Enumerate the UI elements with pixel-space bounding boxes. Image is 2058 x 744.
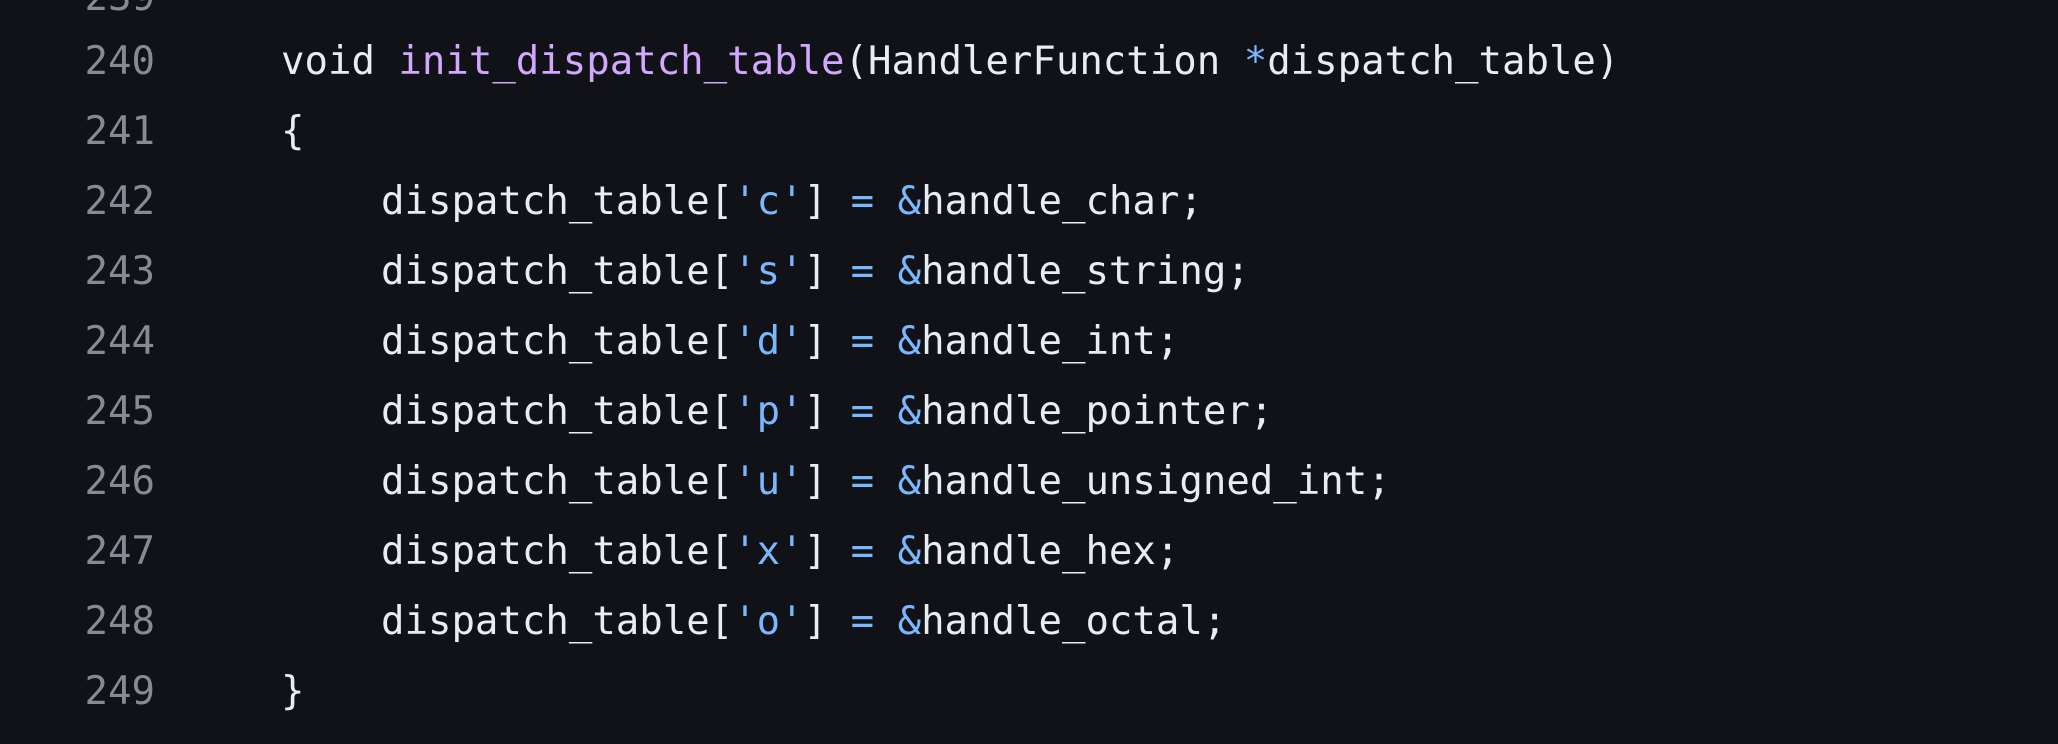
char-literal: 'd' bbox=[733, 318, 804, 364]
code-token: dispatch_table[ bbox=[381, 178, 734, 224]
code-token: ] bbox=[803, 528, 851, 574]
code-token: (HandlerFunction bbox=[844, 38, 1244, 84]
brace-open: { bbox=[281, 108, 305, 154]
char-literal: 'u' bbox=[733, 458, 804, 504]
code-text[interactable]: } bbox=[155, 669, 304, 714]
function-name: init_dispatch_table bbox=[398, 38, 845, 84]
code-text[interactable]: dispatch_table['p'] = &handle_pointer; bbox=[155, 389, 1273, 434]
code-token: handle_char; bbox=[921, 178, 1203, 224]
code-token: dispatch_table[ bbox=[381, 388, 734, 434]
operator: = bbox=[850, 528, 875, 574]
line-number: 242 bbox=[84, 178, 155, 224]
code-line: 241 { bbox=[0, 96, 2058, 166]
code-token: handle_unsigned_int; bbox=[921, 458, 1391, 504]
operator: & bbox=[897, 248, 922, 294]
line-number: 243 bbox=[84, 248, 155, 294]
operator: = bbox=[850, 388, 875, 434]
line-number: 248 bbox=[84, 598, 155, 644]
code-token: dispatch_table[ bbox=[381, 248, 734, 294]
char-literal: 'x' bbox=[733, 528, 804, 574]
line-number: 245 bbox=[84, 388, 155, 434]
code-token: handle_pointer; bbox=[921, 388, 1274, 434]
code-token: ] bbox=[803, 318, 851, 364]
code-text[interactable]: dispatch_table['x'] = &handle_hex; bbox=[155, 529, 1179, 574]
operator: & bbox=[897, 178, 922, 224]
code-token: handle_octal; bbox=[921, 598, 1227, 644]
code-line: 242 dispatch_table['c'] = &handle_char; bbox=[0, 166, 2058, 236]
brace-close: } bbox=[281, 668, 305, 714]
line-number: 244 bbox=[84, 318, 155, 364]
line-number: 247 bbox=[84, 528, 155, 574]
line-number: 239 bbox=[0, 0, 155, 20]
code-token: ] bbox=[803, 458, 851, 504]
operator: * bbox=[1243, 38, 1268, 84]
keyword: void bbox=[281, 38, 375, 84]
operator: = bbox=[850, 178, 875, 224]
operator: & bbox=[897, 458, 922, 504]
code-text[interactable]: dispatch_table['d'] = &handle_int; bbox=[155, 319, 1179, 364]
code-line: 243 dispatch_table['s'] = &handle_string… bbox=[0, 236, 2058, 306]
code-text[interactable]: void init_dispatch_table(HandlerFunction… bbox=[155, 39, 1619, 84]
code-line: 245 dispatch_table['p'] = &handle_pointe… bbox=[0, 376, 2058, 446]
code-token: ] bbox=[803, 388, 851, 434]
operator: & bbox=[897, 318, 922, 364]
line-number: 240 bbox=[84, 38, 155, 84]
operator: & bbox=[897, 598, 922, 644]
char-literal: 's' bbox=[733, 248, 804, 294]
code-text[interactable]: dispatch_table['u'] = &handle_unsigned_i… bbox=[155, 459, 1391, 504]
code-line: 248 dispatch_table['o'] = &handle_octal; bbox=[0, 586, 2058, 656]
code-text[interactable]: { bbox=[155, 109, 304, 154]
code-token: dispatch_table[ bbox=[381, 528, 734, 574]
code-token: handle_int; bbox=[921, 318, 1180, 364]
line-number: 249 bbox=[84, 668, 155, 714]
operator: = bbox=[850, 318, 875, 364]
code-token: handle_string; bbox=[921, 248, 1250, 294]
code-text[interactable]: dispatch_table['c'] = &handle_char; bbox=[155, 179, 1203, 224]
char-literal: 'p' bbox=[733, 388, 804, 434]
operator: = bbox=[850, 598, 875, 644]
code-token: ] bbox=[803, 178, 851, 224]
code-token: ] bbox=[803, 598, 851, 644]
line-number: 246 bbox=[84, 458, 155, 504]
operator: & bbox=[897, 388, 922, 434]
operator: & bbox=[897, 528, 922, 574]
code-token: handle_hex; bbox=[921, 528, 1180, 574]
code-text[interactable]: dispatch_table['o'] = &handle_octal; bbox=[155, 599, 1226, 644]
operator: = bbox=[850, 248, 875, 294]
code-token: ] bbox=[803, 248, 851, 294]
code-line: 247 dispatch_table['x'] = &handle_hex; bbox=[0, 516, 2058, 586]
line-number: 241 bbox=[84, 108, 155, 154]
char-literal: 'c' bbox=[733, 178, 804, 224]
code-line: 249 } bbox=[0, 656, 2058, 726]
code-token: dispatch_table) bbox=[1267, 38, 1620, 84]
code-text[interactable]: dispatch_table['s'] = &handle_string; bbox=[155, 249, 1250, 294]
code-viewer: 239 240 void init_dispatch_table(Handler… bbox=[0, 0, 2058, 744]
code-line: 240 void init_dispatch_table(HandlerFunc… bbox=[0, 26, 2058, 96]
operator: = bbox=[850, 458, 875, 504]
code-line: 246 dispatch_table['u'] = &handle_unsign… bbox=[0, 446, 2058, 516]
char-literal: 'o' bbox=[733, 598, 804, 644]
code-token: dispatch_table[ bbox=[381, 598, 734, 644]
code-line: 244 dispatch_table['d'] = &handle_int; bbox=[0, 306, 2058, 376]
code-token: dispatch_table[ bbox=[381, 318, 734, 364]
code-token: dispatch_table[ bbox=[381, 458, 734, 504]
